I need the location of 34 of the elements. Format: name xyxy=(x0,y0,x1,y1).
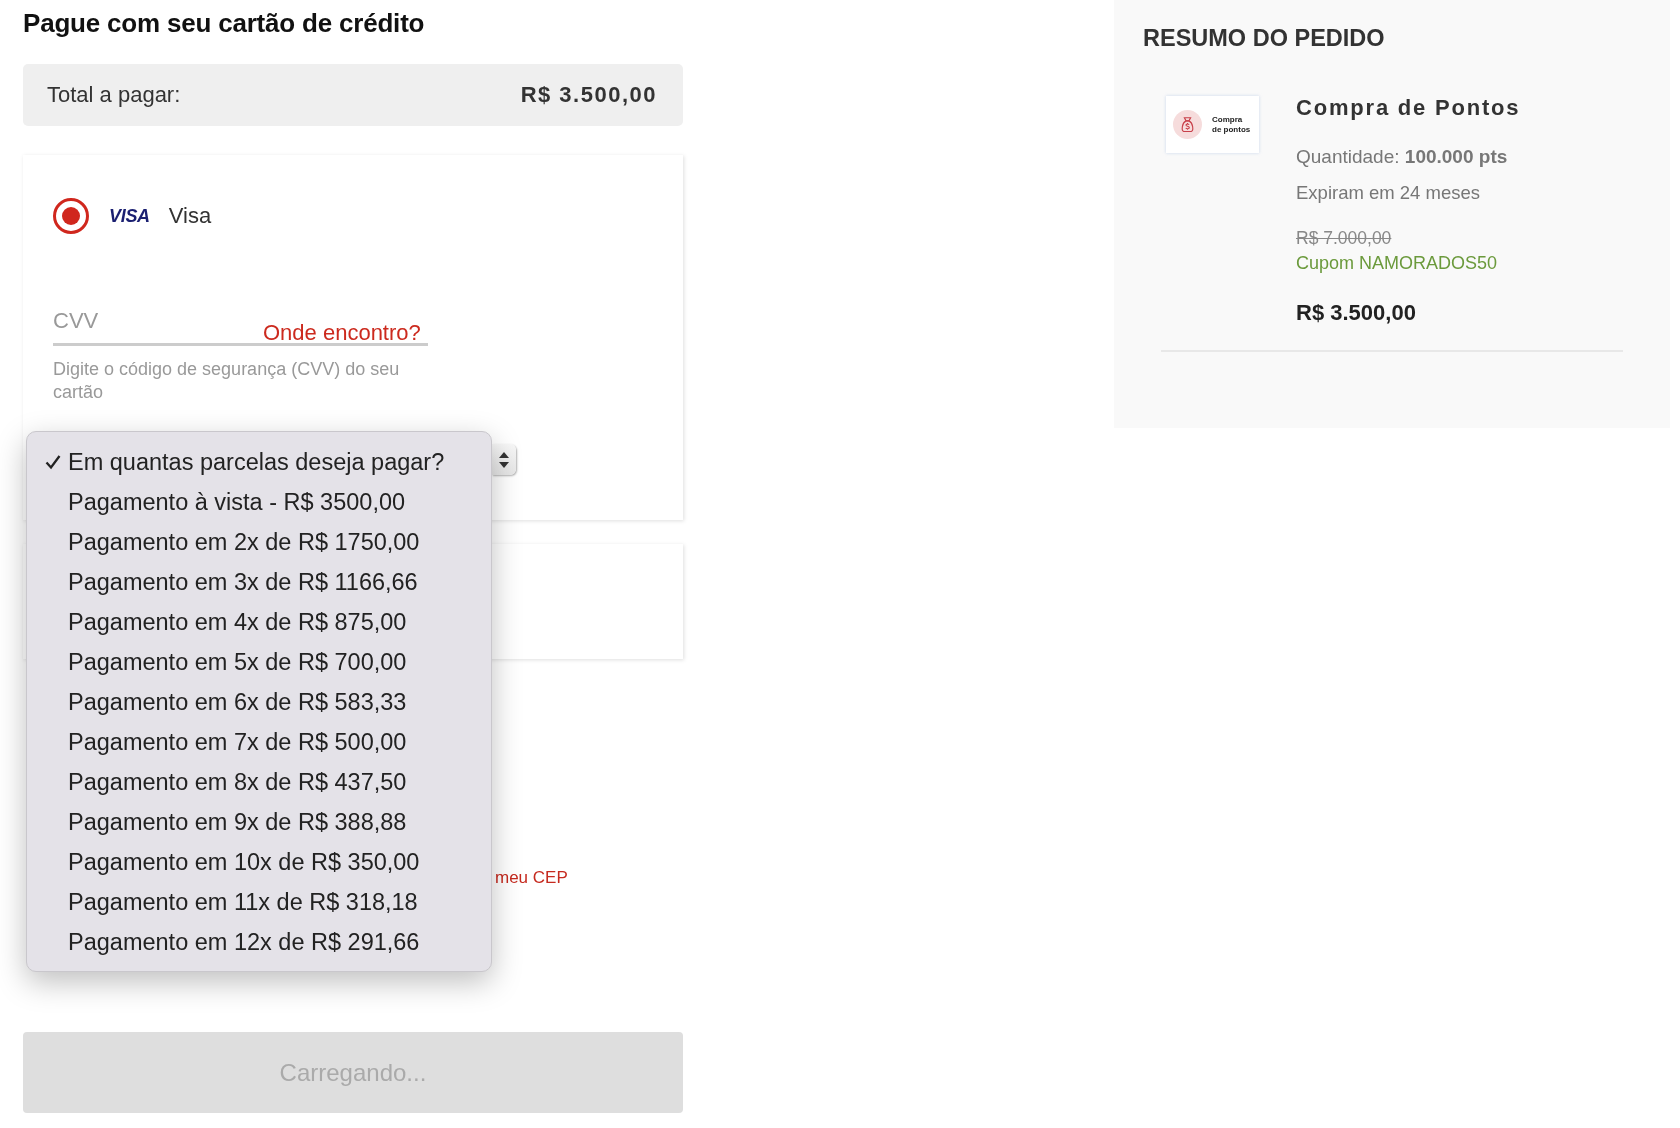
money-bag-icon xyxy=(1173,110,1202,139)
dropdown-option[interactable]: Em quantas parcelas deseja pagar? xyxy=(27,442,491,482)
product-name: Compra de Pontos xyxy=(1296,94,1521,122)
total-amount: R$ 3.500,00 xyxy=(520,82,657,108)
dropdown-option[interactable]: Pagamento em 6x de R$ 583,33 xyxy=(27,682,491,722)
dropdown-option[interactable]: Pagamento em 3x de R$ 1166,66 xyxy=(27,562,491,602)
up-down-arrows-icon xyxy=(499,450,509,469)
field-hint: Digite o código de segurança (CVV) do seu cartão xyxy=(53,358,401,404)
summary-heading: RESUMO DO PEDIDO xyxy=(1143,24,1386,52)
cvv-field[interactable]: CVV xyxy=(53,299,263,346)
payment-method-label: Visa xyxy=(168,203,212,229)
original-price: R$ 7.000,00 xyxy=(1296,227,1393,249)
dropdown-option[interactable]: Pagamento à vista - R$ 3500,00 xyxy=(27,482,491,522)
dropdown-option[interactable]: Pagamento em 11x de R$ 318,18 xyxy=(27,882,491,922)
dropdown-option[interactable]: Pagamento em 9x de R$ 388,88 xyxy=(27,802,491,842)
dropdown-option[interactable]: Pagamento em 4x de R$ 875,00 xyxy=(27,602,491,642)
coupon-text: Cupom NAMORADOS50 xyxy=(1296,252,1499,275)
card-brand-logo: VISA xyxy=(109,205,150,227)
page-heading: Pague com seu cartão de crédito xyxy=(23,7,426,39)
dropdown-option[interactable]: Pagamento em 7x de R$ 500,00 xyxy=(27,722,491,762)
cep-link[interactable]: meu CEP xyxy=(495,868,568,887)
dropdown-option[interactable]: Pagamento em 8x de R$ 437,50 xyxy=(27,762,491,802)
dropdown-option[interactable]: Pagamento em 10x de R$ 350,00 xyxy=(27,842,491,882)
product-quantity: Quantidade: 100.000 pts xyxy=(1296,145,1509,169)
help-link[interactable]: Onde encontro? xyxy=(263,323,428,346)
dropdown-option[interactable]: Pagamento em 5x de R$ 700,00 xyxy=(27,642,491,682)
dropdown-option[interactable]: Pagamento em 12x de R$ 291,66 xyxy=(27,922,491,962)
dropdown-option[interactable]: Pagamento em 2x de R$ 1750,00 xyxy=(27,522,491,562)
radio-button[interactable] xyxy=(53,198,89,234)
total-label: Total a pagar: xyxy=(47,82,181,108)
thumbnail-caption: Compra de pontos xyxy=(1212,114,1252,135)
product-price: R$ 3.500,00 xyxy=(1296,299,1417,327)
select-stepper[interactable] xyxy=(492,444,516,475)
expiry-text: Expiram em 24 meses xyxy=(1296,181,1482,205)
